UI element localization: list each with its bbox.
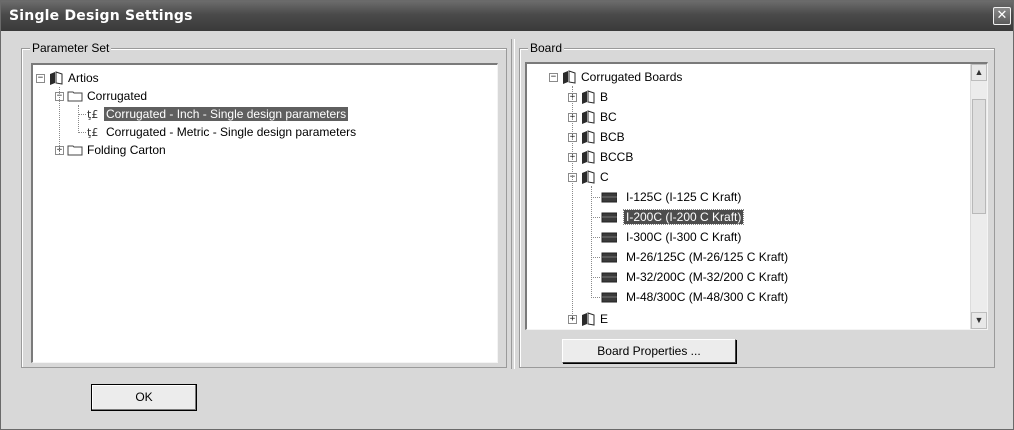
panel-splitter[interactable] — [511, 39, 515, 369]
scroll-up-arrow-icon[interactable]: ▲ — [971, 64, 987, 81]
board-tree-item-label: BC — [600, 110, 617, 124]
board-tree-item-label: BCB — [600, 130, 625, 144]
parameter_set-tree-item[interactable]: Artios — [66, 69, 101, 87]
single-design-settings-dialog: Single Design Settings ✕ Parameter Set −… — [0, 0, 1014, 430]
ok-button[interactable]: OK — [91, 384, 197, 411]
board-tree-item[interactable]: E — [598, 310, 610, 328]
library-icon — [580, 311, 596, 329]
library-icon — [580, 149, 596, 168]
board-icon — [601, 289, 618, 308]
tree-connector-line — [78, 132, 86, 133]
parameter_set-tree-item[interactable]: Corrugated - Inch - Single design parame… — [104, 105, 349, 123]
board-tree-item[interactable]: B — [598, 88, 610, 106]
board-tree-item-label: BCCB — [600, 150, 634, 164]
svg-text:ţ£: ţ£ — [87, 108, 98, 121]
tree-connector-line — [591, 217, 600, 218]
parameter_set-tree-item-label: Corrugated - Metric - Single design para… — [106, 125, 357, 139]
board-tree-item-label: E — [600, 312, 609, 326]
dialog-title: Single Design Settings — [9, 8, 193, 24]
board-tree[interactable]: − Corrugated Boards + B + BC + BCB + BCCB − C I-125C… — [525, 62, 988, 330]
board-tree-item-label: M-32/200C (M-32/200 C Kraft) — [626, 270, 789, 284]
board-tree-item[interactable]: M-26/125C (M-26/125 C Kraft) — [624, 248, 790, 266]
library-icon — [580, 169, 596, 188]
parameter_set-tree-item[interactable]: Corrugated — [85, 87, 149, 105]
collapse-toggle-icon[interactable]: − — [549, 73, 558, 82]
scrollbar-thumb[interactable] — [972, 99, 986, 214]
tree-connector-line — [78, 105, 79, 133]
close-button[interactable]: ✕ — [993, 7, 1011, 25]
board-tree-item[interactable]: BCCB — [598, 148, 635, 166]
parameter-set-tree[interactable]: − Artios − Corrugated ţ£ Corrugated - Inch - … — [31, 63, 498, 363]
board-icon — [601, 249, 618, 268]
collapse-toggle-icon[interactable]: − — [36, 74, 45, 83]
parameter_set-tree-item-label: Folding Carton — [87, 143, 166, 157]
folder-icon — [67, 142, 83, 161]
expand-toggle-icon[interactable]: + — [568, 315, 577, 324]
board-tree-item[interactable]: BC — [598, 108, 619, 126]
tree-connector-line — [591, 257, 600, 258]
board-tree-item[interactable]: M-48/300C (M-48/300 C Kraft) — [624, 288, 790, 306]
close-icon: ✕ — [996, 8, 1008, 23]
board-legend: Board — [528, 41, 565, 55]
parameter_set-tree-item[interactable]: Corrugated - Metric - Single design para… — [104, 123, 358, 141]
tree-connector-line — [591, 237, 600, 238]
tree-connector-line — [572, 86, 573, 316]
title-bar[interactable]: Single Design Settings ✕ — [1, 1, 1013, 31]
board-icon — [601, 209, 618, 228]
library-icon — [580, 129, 596, 148]
parameter_set-tree-item[interactable]: Folding Carton — [85, 141, 168, 159]
tree-connector-line — [591, 197, 600, 198]
board-icon — [601, 269, 618, 288]
board-tree-scrollbar[interactable]: ▲ ▼ — [970, 64, 987, 329]
board-tree-item-label: M-26/125C (M-26/125 C Kraft) — [626, 250, 789, 264]
library-icon — [561, 69, 577, 88]
board-tree-item-label: C — [600, 170, 609, 184]
tree-connector-line — [591, 297, 600, 298]
scroll-down-arrow-icon[interactable]: ▼ — [971, 312, 987, 329]
board-tree-item-label: M-48/300C (M-48/300 C Kraft) — [626, 290, 789, 304]
board-tree-item[interactable]: I-200C (I-200 C Kraft) — [622, 208, 745, 226]
library-icon — [580, 109, 596, 128]
tree-connector-line — [78, 114, 86, 115]
library-icon — [48, 70, 64, 89]
board-tree-item[interactable]: BCB — [598, 128, 627, 146]
svg-text:ţ£: ţ£ — [87, 126, 98, 139]
board-tree-item[interactable]: M-32/200C (M-32/200 C Kraft) — [624, 268, 790, 286]
board-tree-item-label: B — [600, 90, 609, 104]
tree-connector-line — [591, 186, 592, 296]
parameter_set-tree-item-label: Corrugated — [87, 89, 148, 103]
board-icon — [601, 229, 618, 248]
parameter-set-group: Parameter Set − Artios − Corrugated ţ£ Corrug… — [21, 41, 507, 368]
library-icon — [580, 89, 596, 108]
parameter-set-legend: Parameter Set — [30, 41, 112, 55]
board-icon — [601, 189, 618, 208]
board-tree-item-label: I-200C (I-200 C Kraft) — [622, 209, 745, 225]
board-tree-item-label: I-125C (I-125 C Kraft) — [626, 190, 742, 204]
folder-icon — [67, 88, 83, 107]
board-tree-item-label: I-300C (I-300 C Kraft) — [626, 230, 742, 244]
board-tree-item[interactable]: Corrugated Boards — [579, 68, 684, 86]
board-tree-item[interactable]: I-300C (I-300 C Kraft) — [624, 228, 743, 246]
parameter_set-tree-item-label: Artios — [68, 71, 99, 85]
parameter_set-tree-item-label: Corrugated - Inch - Single design parame… — [104, 107, 349, 121]
tree-connector-line — [591, 277, 600, 278]
tree-connector-line — [59, 87, 60, 154]
parameter-icon: ţ£ — [86, 106, 102, 125]
board-group: Board − Corrugated Boards + B + BC + BCB + BCCB − C… — [519, 41, 995, 368]
board-properties-button[interactable]: Board Properties ... — [562, 339, 736, 363]
board-tree-item-label: Corrugated Boards — [581, 70, 683, 84]
board-tree-item[interactable]: C — [598, 168, 611, 186]
board-tree-item[interactable]: I-125C (I-125 C Kraft) — [624, 188, 743, 206]
